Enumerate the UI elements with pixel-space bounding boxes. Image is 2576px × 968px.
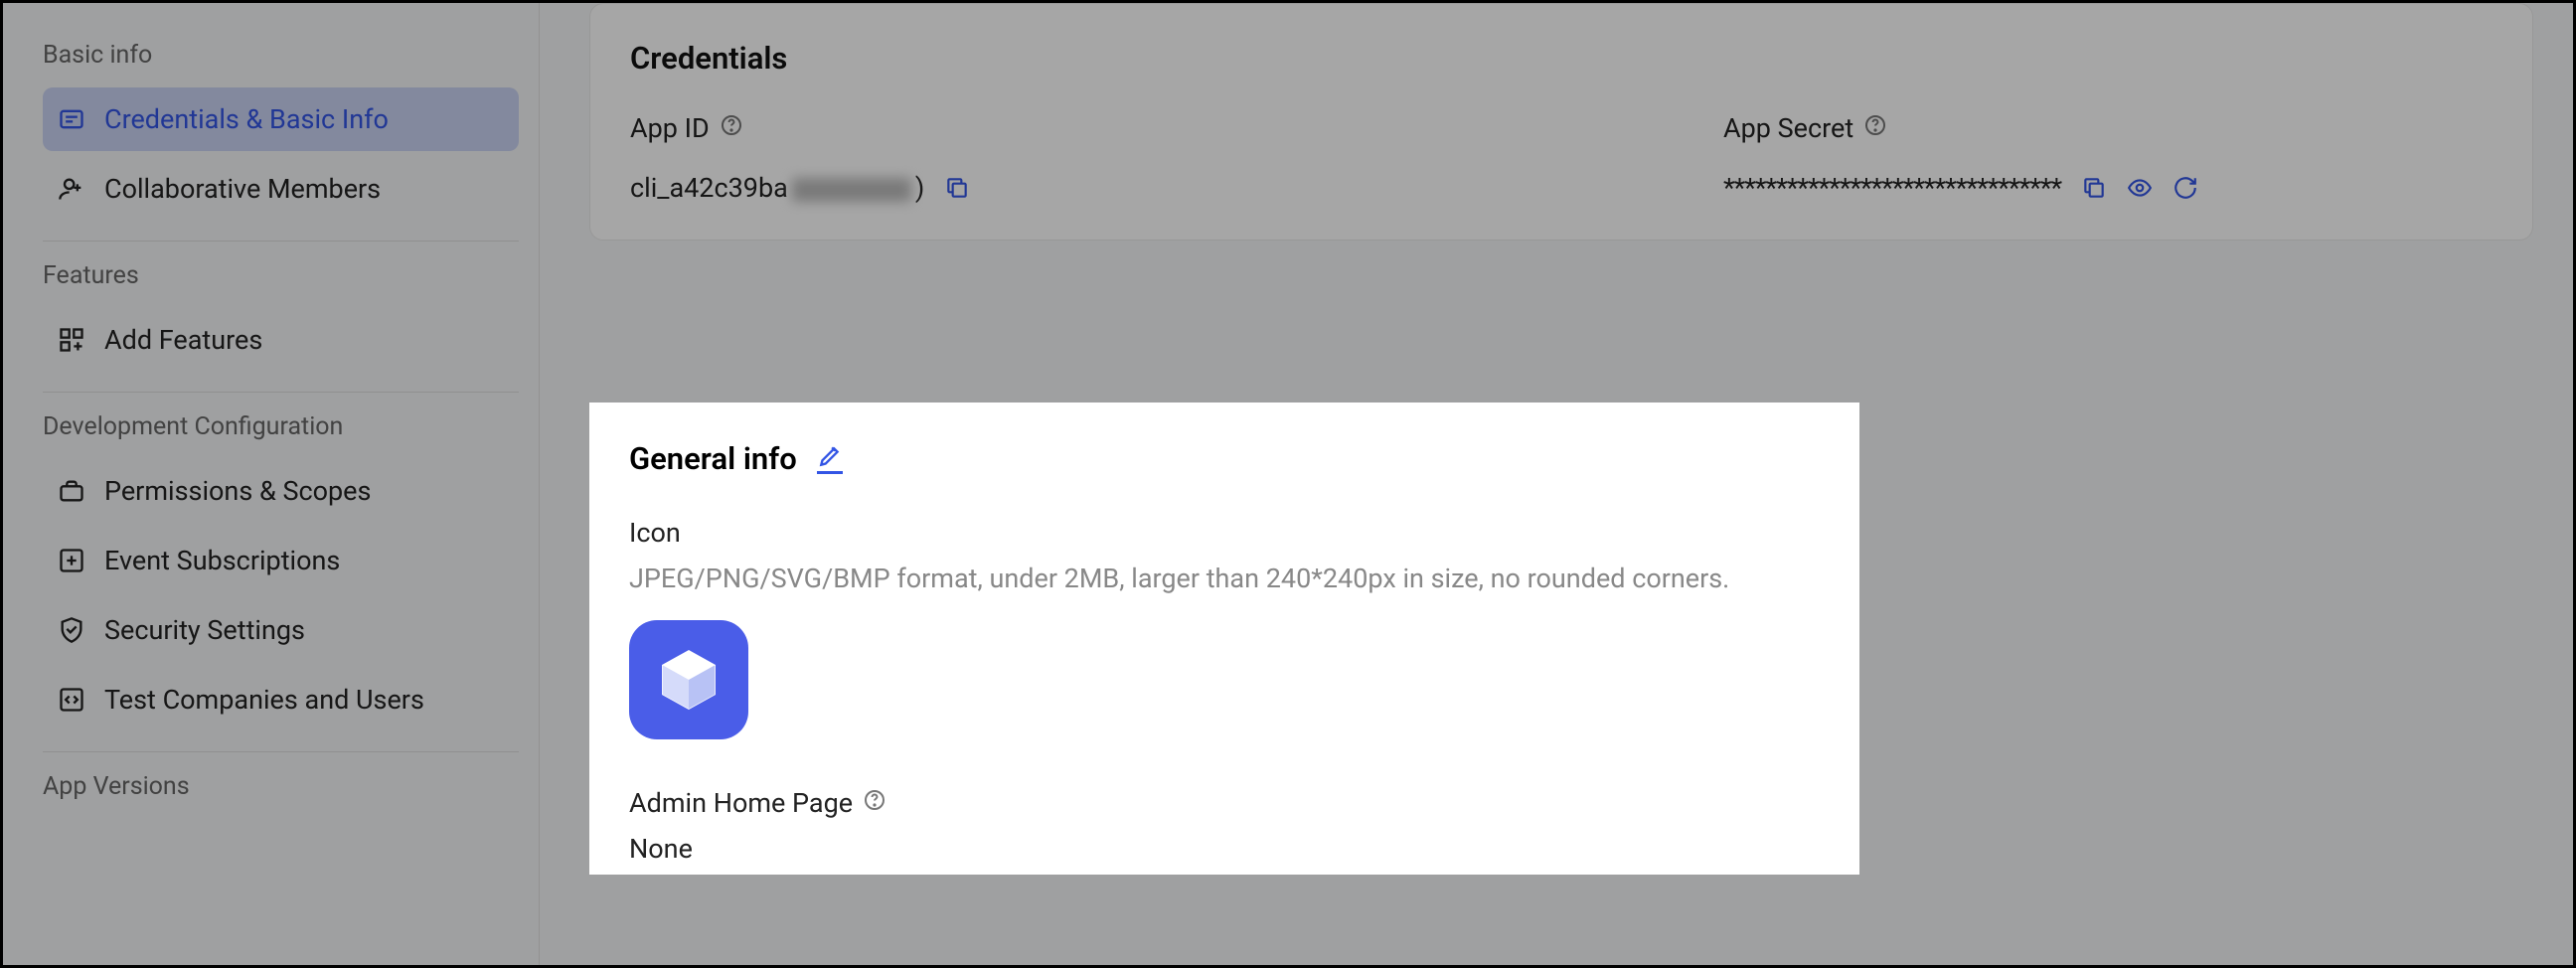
general-info-title: General info xyxy=(629,440,797,477)
help-icon[interactable] xyxy=(863,787,886,819)
app-id-block: App ID cli_a42c39ba) xyxy=(630,112,1525,204)
shield-icon xyxy=(57,615,86,645)
copy-icon[interactable] xyxy=(2081,175,2107,201)
sidebar-item-label: Collaborative Members xyxy=(104,173,381,205)
sidebar-item-label: Permissions & Scopes xyxy=(104,475,371,507)
sidebar-item-credentials[interactable]: Credentials & Basic Info xyxy=(43,87,519,151)
refresh-icon[interactable] xyxy=(2173,175,2198,201)
divider xyxy=(43,751,519,752)
sidebar-item-events[interactable]: Event Subscriptions xyxy=(43,529,519,592)
admin-home-value: None xyxy=(629,833,1820,865)
edit-icon[interactable] xyxy=(817,443,843,474)
app-icon[interactable] xyxy=(629,620,748,739)
section-title-devconfig: Development Configuration xyxy=(43,412,519,441)
credentials-icon xyxy=(57,104,86,134)
section-title-versions: App Versions xyxy=(43,772,519,801)
section-title-features: Features xyxy=(43,261,519,290)
sidebar-item-label: Credentials & Basic Info xyxy=(104,103,389,135)
help-icon[interactable] xyxy=(720,112,743,144)
sidebar-item-label: Event Subscriptions xyxy=(104,545,340,576)
section-title-basic: Basic info xyxy=(43,41,519,70)
credentials-card: Credentials App ID cli_a42c39ba) xyxy=(589,3,2533,241)
eye-icon[interactable] xyxy=(2127,175,2153,201)
sidebar-item-collaborative[interactable]: Collaborative Members xyxy=(43,157,519,221)
sidebar-item-label: Security Settings xyxy=(104,614,305,646)
sidebar-item-test-companies[interactable]: Test Companies and Users xyxy=(43,668,519,731)
copy-icon[interactable] xyxy=(944,175,970,201)
members-icon xyxy=(57,174,86,204)
sidebar-item-security[interactable]: Security Settings xyxy=(43,598,519,662)
icon-field-desc: JPEG/PNG/SVG/BMP format, under 2MB, larg… xyxy=(629,563,1820,594)
sidebar-item-label: Test Companies and Users xyxy=(104,684,424,716)
admin-home-label: Admin Home Page xyxy=(629,787,853,819)
main-content: Credentials App ID cli_a42c39ba) xyxy=(540,3,2573,965)
sidebar-item-add-features[interactable]: Add Features xyxy=(43,308,519,372)
icon-field-label: Icon xyxy=(629,517,1820,549)
code-box-icon xyxy=(57,685,86,715)
app-secret-value: ******************************** xyxy=(1723,172,2061,204)
divider xyxy=(43,392,519,393)
briefcase-icon xyxy=(57,476,86,506)
credentials-title: Credentials xyxy=(630,40,2493,77)
app-secret-label: App Secret xyxy=(1723,112,1853,144)
general-info-card: General info Icon JPEG/PNG/SVG/BMP forma… xyxy=(589,403,1859,875)
app-id-label: App ID xyxy=(630,112,710,144)
app-secret-block: App Secret *****************************… xyxy=(1723,112,2493,204)
divider xyxy=(43,241,519,242)
help-icon[interactable] xyxy=(1863,112,1887,144)
sidebar: Basic info Credentials & Basic Info Coll… xyxy=(3,3,540,965)
plus-box-icon xyxy=(57,546,86,575)
app-id-value: cli_a42c39ba) xyxy=(630,172,924,204)
sidebar-item-label: Add Features xyxy=(104,324,262,356)
sidebar-item-permissions[interactable]: Permissions & Scopes xyxy=(43,459,519,523)
grid-plus-icon xyxy=(57,325,86,355)
